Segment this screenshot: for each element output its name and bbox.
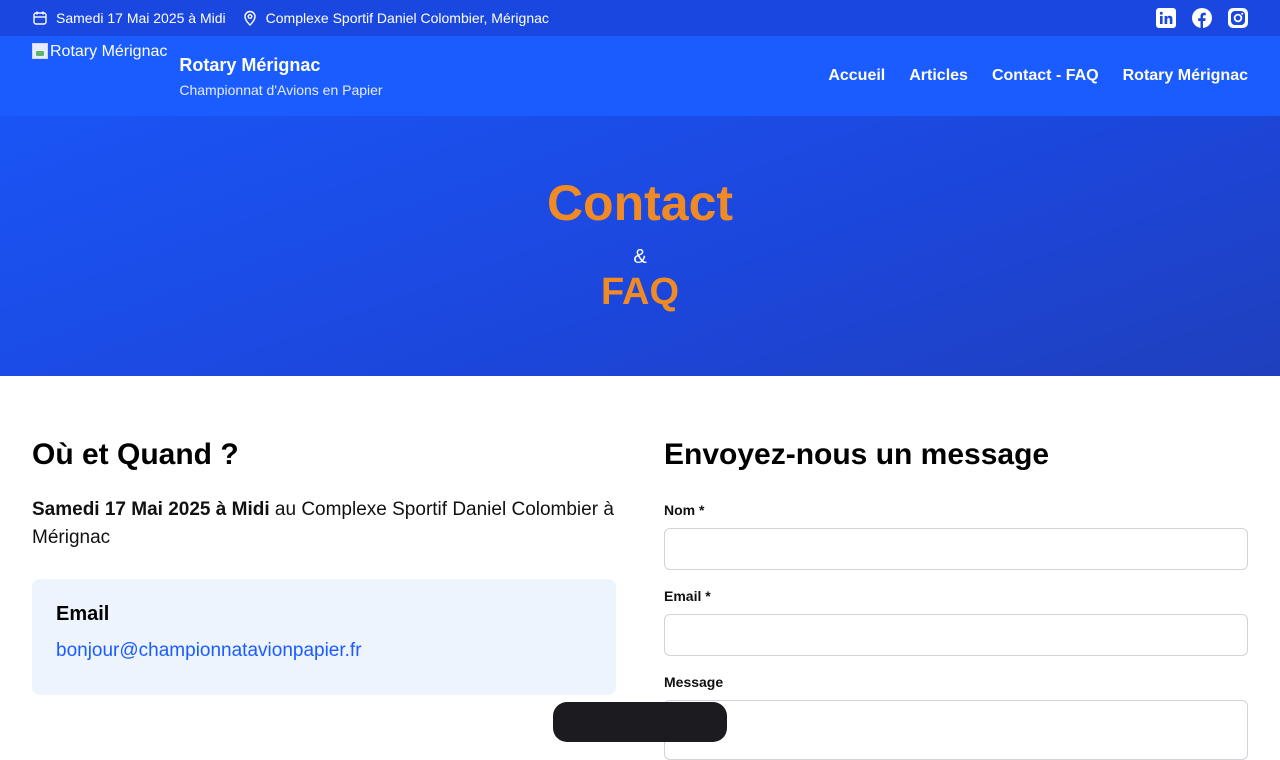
floating-toolbar[interactable] <box>553 702 727 742</box>
facebook-icon[interactable] <box>1192 8 1212 28</box>
map-pin-icon <box>243 10 256 26</box>
where-when-section: Où et Quand ? Samedi 17 Mai 2025 à Midi … <box>32 438 616 695</box>
brand[interactable]: Rotary Mérignac Championnat d'Avions en … <box>179 55 382 98</box>
calendar-icon <box>33 11 47 25</box>
name-input[interactable] <box>664 528 1248 570</box>
email-link[interactable]: bonjour@championnatavionpapier.fr <box>56 640 592 662</box>
event-location: Complexe Sportif Daniel Colombier, Mérig… <box>242 10 549 26</box>
hero-subtitle: FAQ <box>600 271 680 313</box>
toolbar-tool-icon[interactable] <box>643 712 657 722</box>
where-when-heading: Où et Quand ? <box>32 438 239 471</box>
hero-banner: Contact & FAQ <box>0 116 1280 376</box>
toolbar-tool-icon[interactable] <box>607 712 621 722</box>
email-label: Email * <box>664 588 711 604</box>
email-card-title: Email <box>56 603 110 625</box>
message-label: Message <box>664 674 724 690</box>
brand-tagline: Championnat d'Avions en Papier <box>179 81 383 98</box>
instagram-icon[interactable] <box>1228 8 1248 28</box>
nav-articles[interactable]: Articles <box>909 67 968 85</box>
broken-image-icon <box>32 43 48 59</box>
contact-form: Envoyez-nous un message Nom * Email * Me… <box>664 438 1248 760</box>
linkedin-icon[interactable] <box>1156 8 1176 28</box>
event-date: Samedi 17 Mai 2025 à Midi <box>32 10 226 26</box>
hero-title: Contact <box>546 175 734 231</box>
message-textarea[interactable] <box>664 700 1248 760</box>
name-label: Nom * <box>664 502 705 518</box>
email-card: Email bonjour@championnatavionpapier.fr <box>32 579 616 695</box>
site-header: Rotary Mérignac Rotary Mérignac Champion… <box>0 36 1280 116</box>
event-date-text: Samedi 17 Mai 2025 à Midi <box>56 10 226 26</box>
hero-ampersand: & <box>633 246 647 268</box>
top-info-bar: Samedi 17 Mai 2025 à Midi Complexe Sport… <box>0 0 1280 36</box>
toolbar-tool-icon[interactable] <box>571 712 585 722</box>
nav-contact-faq[interactable]: Contact - FAQ <box>992 67 1099 85</box>
logo-alt-text: Rotary Mérignac <box>50 43 168 60</box>
event-date-bold: Samedi 17 Mai 2025 à Midi <box>32 499 270 520</box>
event-details: Samedi 17 Mai 2025 à Midi au Complexe Sp… <box>32 496 616 552</box>
nav-accueil[interactable]: Accueil <box>828 67 885 85</box>
nav-rotary-merignac[interactable]: Rotary Mérignac <box>1123 67 1248 85</box>
brand-name: Rotary Mérignac <box>179 54 321 75</box>
form-heading: Envoyez-nous un message <box>664 438 1050 471</box>
email-input[interactable] <box>664 614 1248 656</box>
event-location-text: Complexe Sportif Daniel Colombier, Mérig… <box>265 10 549 26</box>
main-nav: Accueil Articles Contact - FAQ Rotary Mé… <box>828 67 1248 85</box>
social-links <box>1156 8 1248 28</box>
toolbar-tool-icon[interactable] <box>679 712 693 722</box>
logo[interactable]: Rotary Mérignac <box>32 43 167 93</box>
